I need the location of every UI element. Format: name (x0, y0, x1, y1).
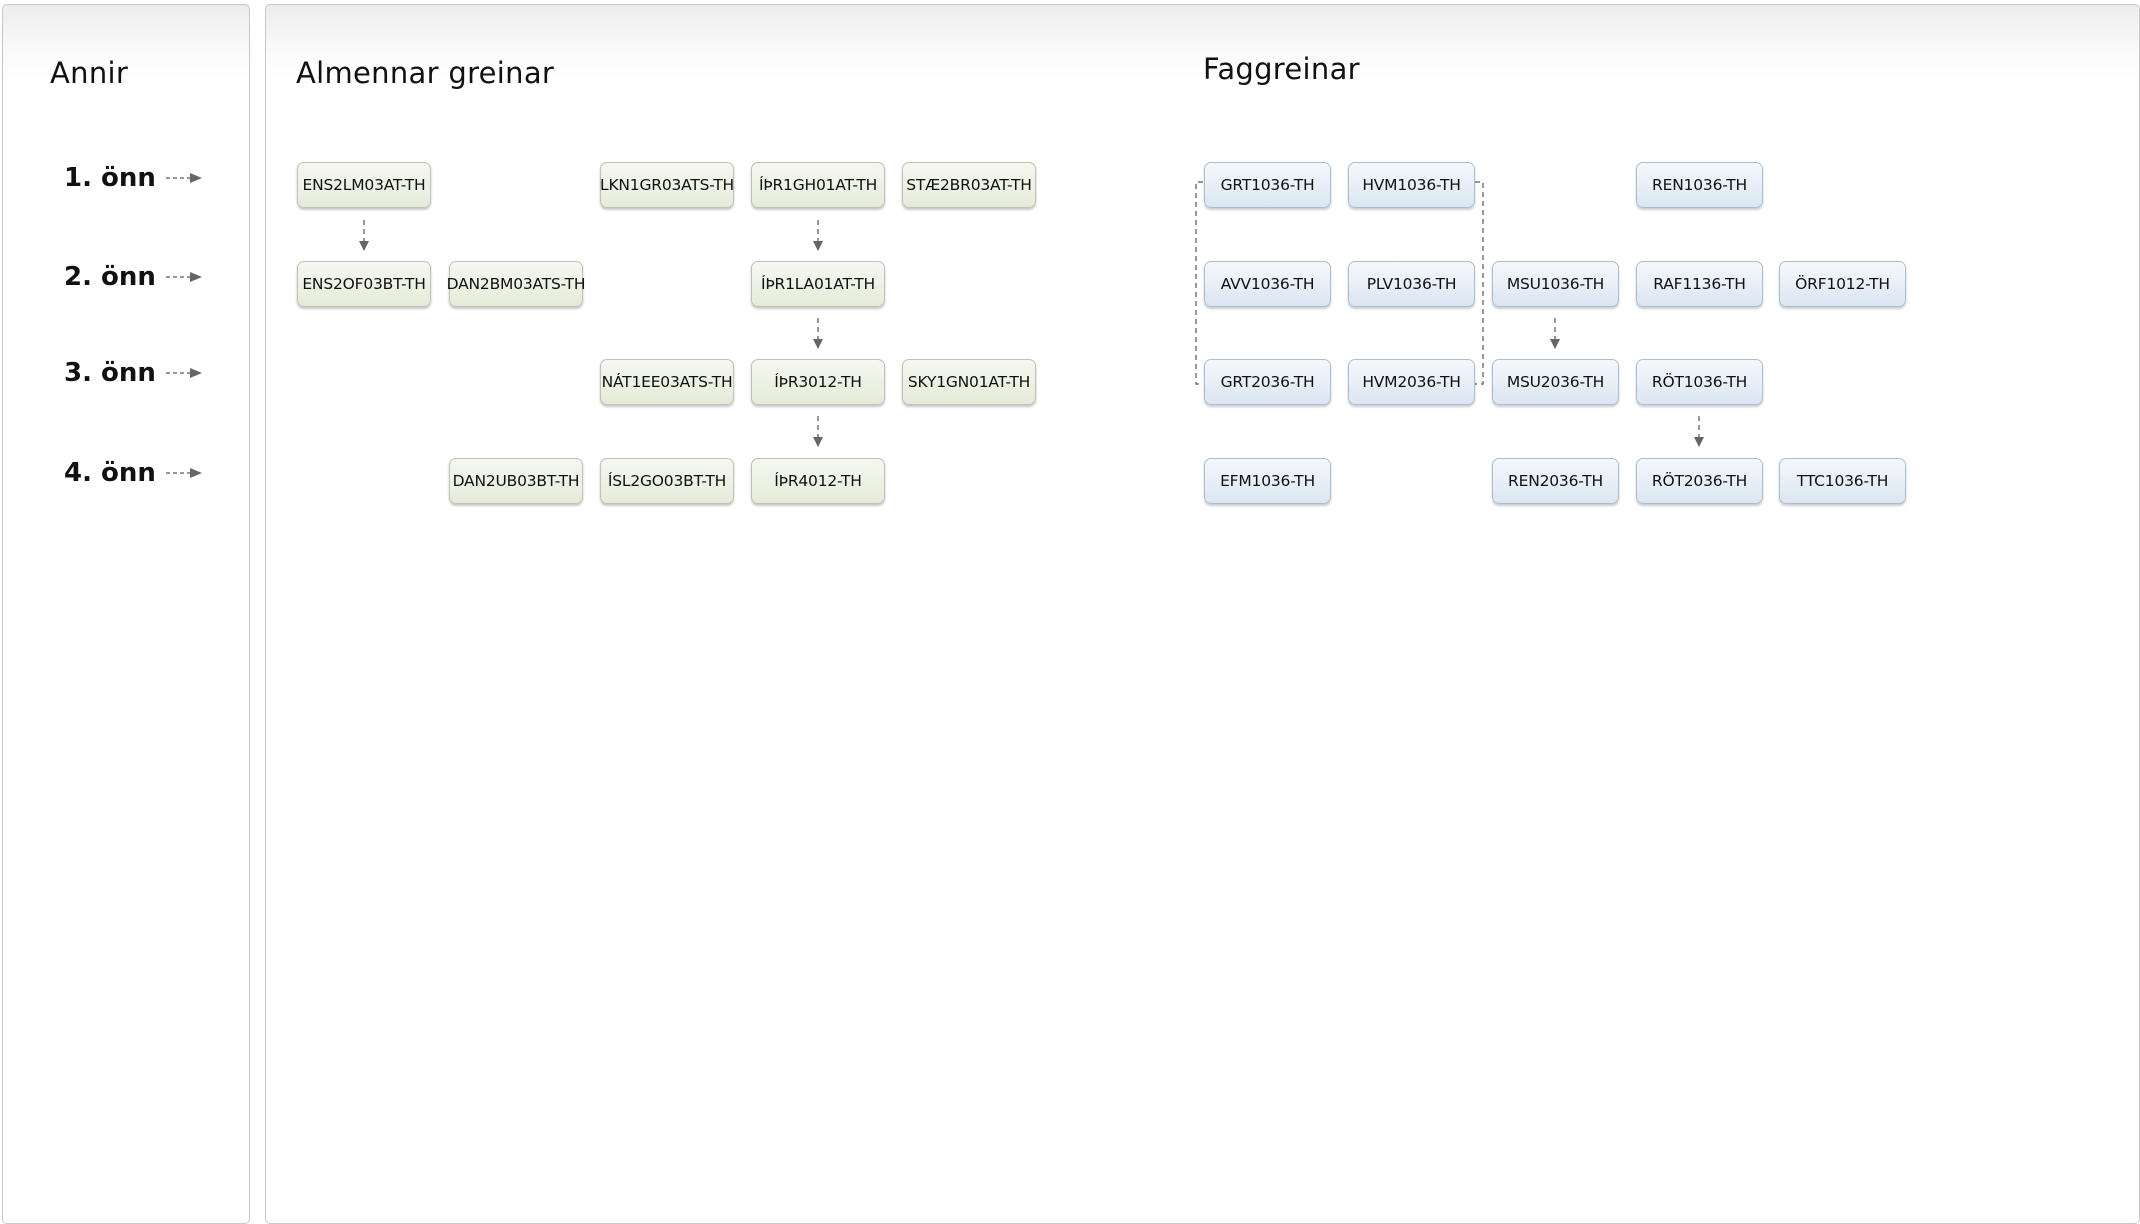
dashed-arrow-icon (166, 468, 202, 478)
course-ipr1gh[interactable]: ÍÞR1GH01AT-TH (751, 162, 885, 208)
course-msu1036[interactable]: MSU1036-TH (1492, 261, 1619, 307)
course-grt2036[interactable]: GRT2036-TH (1204, 359, 1331, 405)
course-dan2bm[interactable]: DAN2BM03ATS-TH (447, 261, 586, 307)
semester-label: 2. önn (64, 262, 156, 292)
course-ipr4012[interactable]: ÍÞR4012-TH (751, 458, 885, 504)
course-sky1gn[interactable]: SKY1GN01AT-TH (902, 359, 1036, 405)
course-hvm1036[interactable]: HVM1036-TH (1348, 162, 1475, 208)
course-msu2036[interactable]: MSU2036-TH (1492, 359, 1619, 405)
course-isl2go[interactable]: ÍSL2GO03BT-TH (600, 458, 734, 504)
course-grt1036[interactable]: GRT1036-TH (1204, 162, 1331, 208)
course-ren2036[interactable]: REN2036-TH (1492, 458, 1619, 504)
semester-row-4: 4. önn (64, 457, 206, 489)
general-courses-title: Almennar greinar (296, 56, 555, 90)
course-hvm2036[interactable]: HVM2036-TH (1348, 359, 1475, 405)
course-ren1036[interactable]: REN1036-TH (1636, 162, 1763, 208)
course-map-panel (265, 4, 2140, 1224)
dashed-arrow-icon (166, 272, 202, 282)
dashed-arrow-icon (166, 173, 202, 183)
course-ttc1036[interactable]: TTC1036-TH (1779, 458, 1906, 504)
course-rot1036[interactable]: RÖT1036-TH (1636, 359, 1763, 405)
dashed-arrow-icon (166, 368, 202, 378)
course-stae2br[interactable]: STÆ2BR03AT-TH (902, 162, 1036, 208)
course-efm1036[interactable]: EFM1036-TH (1204, 458, 1331, 504)
specialized-courses-title: Faggreinar (1203, 52, 1360, 86)
semesters-title: Annir (50, 56, 129, 90)
course-ens2of[interactable]: ENS2OF03BT-TH (297, 261, 431, 307)
semester-row-2: 2. önn (64, 261, 206, 293)
semester-row-3: 3. önn (64, 357, 206, 389)
semester-label: 3. önn (64, 358, 156, 388)
course-orf1012[interactable]: ÖRF1012-TH (1779, 261, 1906, 307)
course-dan2ub[interactable]: DAN2UB03BT-TH (449, 458, 583, 504)
semester-label: 4. önn (64, 458, 156, 488)
course-avv1036[interactable]: AVV1036-TH (1204, 261, 1331, 307)
course-nat1ee[interactable]: NÁT1EE03ATS-TH (600, 359, 734, 405)
course-rot2036[interactable]: RÖT2036-TH (1636, 458, 1763, 504)
semester-row-1: 1. önn (64, 162, 206, 194)
course-ipr3012[interactable]: ÍÞR3012-TH (751, 359, 885, 405)
course-ens2lm[interactable]: ENS2LM03AT-TH (297, 162, 431, 208)
course-lkn1gr[interactable]: LKN1GR03ATS-TH (600, 162, 734, 208)
course-plv1036[interactable]: PLV1036-TH (1348, 261, 1475, 307)
course-ipr1la[interactable]: ÍÞR1LA01AT-TH (751, 261, 885, 307)
course-raf1136[interactable]: RAF1136-TH (1636, 261, 1763, 307)
semester-label: 1. önn (64, 163, 156, 193)
